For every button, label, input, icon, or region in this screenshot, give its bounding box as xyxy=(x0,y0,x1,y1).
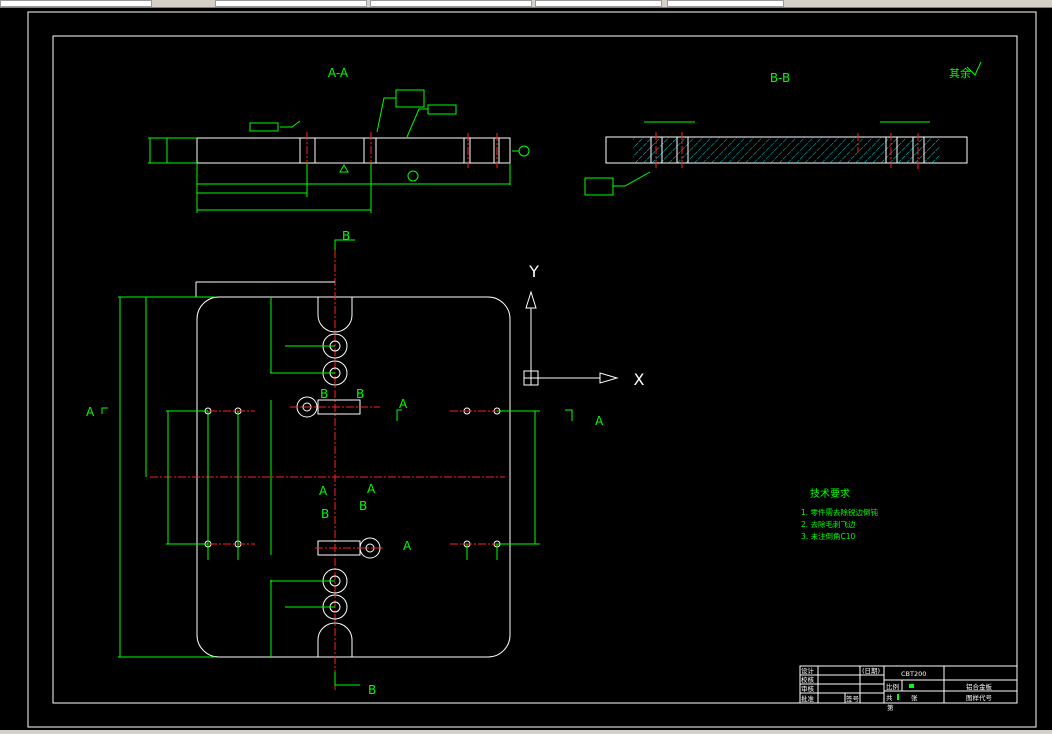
inner-frame xyxy=(52,35,1018,704)
section-marker-a-right: A xyxy=(595,414,604,428)
section-marker-b: B xyxy=(321,507,329,521)
tb-signature: 签号 xyxy=(846,694,860,703)
ucs-y-label: Y xyxy=(528,262,539,281)
section-marker-a-left: A xyxy=(86,405,95,419)
tb-total: 共 xyxy=(886,693,893,702)
tb-check: 校核 xyxy=(801,675,815,684)
section-marker-b: B xyxy=(356,387,364,401)
section-aa: A-A xyxy=(148,66,530,213)
plan-view: B B A A A A A A B B B B xyxy=(86,229,604,697)
ucs-x-label: X xyxy=(634,370,645,389)
outer-frame xyxy=(27,11,1037,728)
section-marker-a: A xyxy=(367,482,376,496)
toolbar-field[interactable] xyxy=(535,0,662,7)
drawing-canvas[interactable]: A-A B-B 其余 B B A A A A A A B B B B Y X 技… xyxy=(0,8,1052,730)
tb-date: (日期) xyxy=(862,667,880,675)
toolbar-field[interactable] xyxy=(215,0,367,7)
section-bb: B-B 其余 xyxy=(584,61,982,196)
section-marker-a: A xyxy=(403,539,412,553)
toolbar-field[interactable] xyxy=(0,0,152,7)
toolbar-field[interactable] xyxy=(370,0,532,7)
status-strip xyxy=(0,730,1052,734)
toolbar-field[interactable] xyxy=(667,0,784,7)
tb-scale: 比例 xyxy=(886,682,899,691)
tech-title: 技术要求 xyxy=(810,487,850,500)
section-marker-b-top: B xyxy=(342,229,350,243)
tech-item: 1. 零件需去除锐边倒钝 xyxy=(801,507,879,517)
title-block: 设计 校核 审核 批准 (日期) 签号 CBT200 比例 铝合金板 共 张 第… xyxy=(799,665,1018,712)
technical-requirements: 技术要求 1. 零件需去除锐边倒钝 2. 去除毛刺飞边 3. 未注倒角C10 xyxy=(801,487,879,541)
section-marker-b-bottom: B xyxy=(368,683,376,697)
tb-design: 设计 xyxy=(801,666,815,675)
tech-item: 2. 去除毛刺飞边 xyxy=(801,519,856,529)
toolbar-strip xyxy=(0,0,1052,8)
tb-material: 铝合金板 xyxy=(966,682,993,691)
tb-approve: 批准 xyxy=(801,694,815,703)
tb-sheets: 张 xyxy=(911,693,918,702)
section-marker-b: B xyxy=(359,499,367,513)
section-marker-a: A xyxy=(399,397,408,411)
ucs-icon: Y X xyxy=(523,262,645,389)
tb-code: 图样代号 xyxy=(966,693,993,702)
tb-sheet-no: 第 xyxy=(887,703,894,712)
section-marker-b: B xyxy=(320,387,328,401)
section-bb-title: B-B xyxy=(770,71,790,85)
tb-drawing-no: CBT200 xyxy=(901,670,926,678)
section-aa-title: A-A xyxy=(328,66,349,80)
tb-review: 审核 xyxy=(801,684,815,693)
tech-item: 3. 未注倒角C10 xyxy=(801,531,856,541)
section-marker-a: A xyxy=(319,484,328,498)
